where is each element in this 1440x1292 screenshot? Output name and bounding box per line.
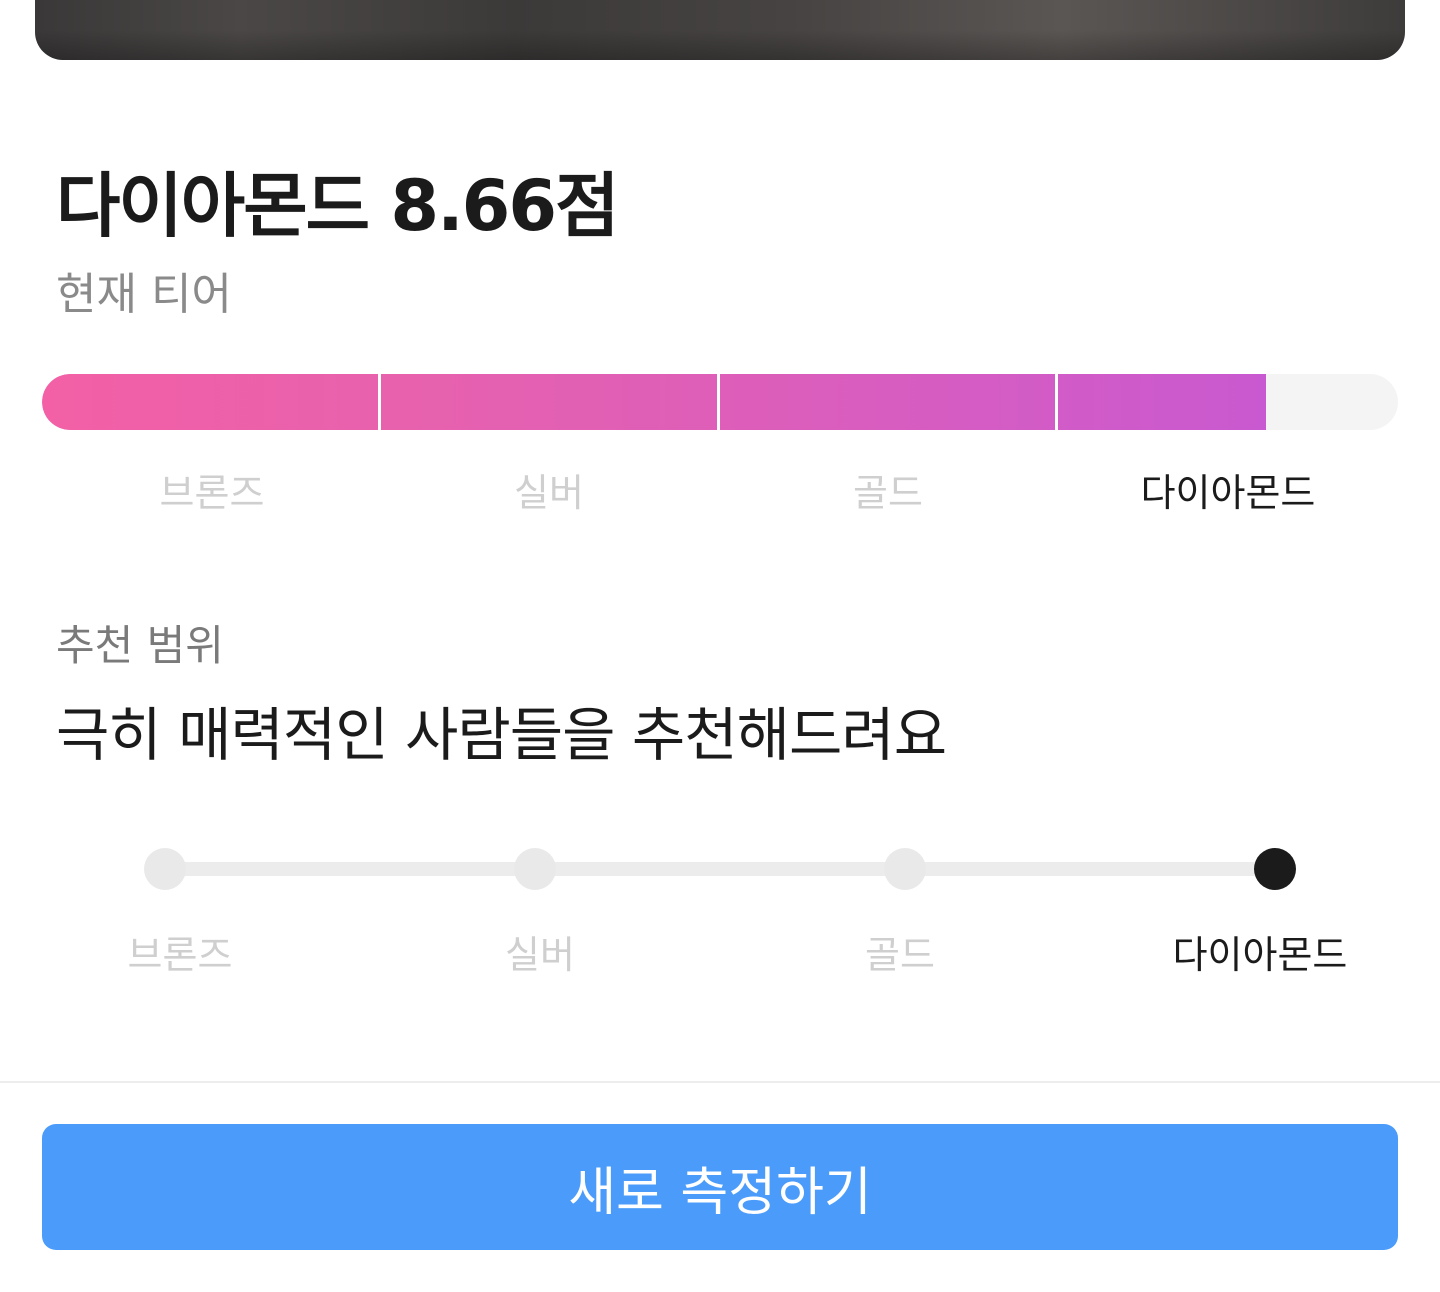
tier-progress-divider — [1055, 374, 1058, 430]
range-label-diamond: 다이아몬드 — [1172, 933, 1348, 977]
tier-label-gold: 골드 — [853, 471, 923, 515]
range-label-bronze: 브론즈 — [127, 933, 233, 977]
tier-progress-fill — [42, 374, 1267, 430]
tier-progress-divider — [378, 374, 381, 430]
range-step-bronze[interactable] — [144, 848, 186, 890]
tier-progress-bar — [42, 374, 1398, 430]
remeasure-button[interactable]: 새로 측정하기 — [42, 1124, 1398, 1250]
tier-label-silver: 실버 — [514, 471, 584, 515]
recommendation-headline: 극히 매력적인 사람들을 추천해드려요 — [56, 701, 947, 769]
recommendation-range-caption: 추천 범위 — [56, 621, 224, 670]
tier-label-bronze: 브론즈 — [159, 471, 265, 515]
tier-progress-divider — [717, 374, 720, 430]
score-title: 다이아몬드 8.66점 — [56, 165, 619, 247]
tier-label-diamond: 다이아몬드 — [1140, 471, 1316, 515]
range-step-diamond[interactable] — [1254, 848, 1296, 890]
range-step-silver[interactable] — [514, 848, 556, 890]
range-step-gold[interactable] — [884, 848, 926, 890]
profile-photo-card — [35, 0, 1405, 60]
page: 다이아몬드 8.66점 현재 티어 브론즈 실버 골드 다이아몬드 추천 범위 … — [0, 0, 1440, 1292]
range-slider-track[interactable] — [165, 862, 1275, 876]
range-label-gold: 골드 — [865, 933, 935, 977]
footer-divider — [0, 1081, 1440, 1083]
current-tier-caption: 현재 티어 — [56, 269, 232, 320]
range-label-silver: 실버 — [505, 933, 575, 977]
